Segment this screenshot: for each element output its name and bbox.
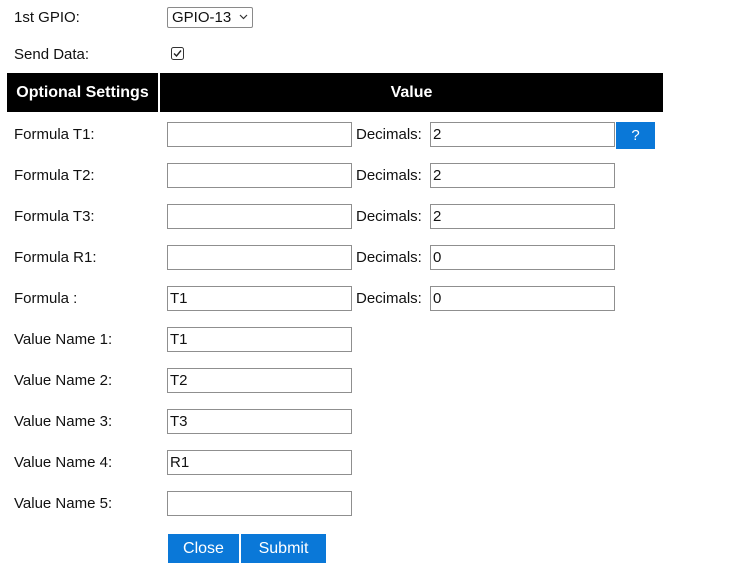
formula-t3-label: Formula T3: [14, 208, 95, 225]
submit-button[interactable]: Submit [241, 534, 326, 563]
send-data-checkbox[interactable] [171, 47, 184, 60]
gpio-select[interactable]: GPIO-13 [167, 7, 253, 28]
formula-r1-label: Formula R1: [14, 249, 97, 266]
value-name-5-input[interactable] [167, 491, 352, 516]
value-name-2-input[interactable]: T2 [167, 368, 352, 393]
help-button[interactable]: ? [616, 122, 655, 149]
gpio-label: 1st GPIO: [14, 9, 80, 26]
chevron-down-icon [239, 14, 248, 20]
formula-t2-decimals-label: Decimals: [356, 167, 422, 184]
value-name-1-label: Value Name 1: [14, 331, 113, 348]
formula-t3-decimals-input[interactable]: 2 [430, 204, 615, 229]
value-name-1-input[interactable]: T1 [167, 327, 352, 352]
formula-input[interactable]: T1 [167, 286, 352, 311]
close-button[interactable]: Close [168, 534, 239, 563]
formula-decimals-label: Decimals: [356, 290, 422, 307]
formula-t1-decimals-input[interactable]: 2 [430, 122, 615, 147]
formula-t1-input[interactable] [167, 122, 352, 147]
formula-r1-decimals-input[interactable]: 0 [430, 245, 615, 270]
formula-t1-decimals-label: Decimals: [356, 126, 422, 143]
formula-t2-decimals-input[interactable]: 2 [430, 163, 615, 188]
value-name-3-input[interactable]: T3 [167, 409, 352, 434]
formula-r1-input[interactable] [167, 245, 352, 270]
formula-label: Formula : [14, 290, 78, 307]
optional-settings-header: Optional Settings [7, 73, 158, 112]
value-name-4-input[interactable]: R1 [167, 450, 352, 475]
value-name-5-label: Value Name 5: [14, 495, 113, 512]
value-header: Value [160, 73, 663, 112]
value-name-2-label: Value Name 2: [14, 372, 113, 389]
send-data-label: Send Data: [14, 46, 90, 63]
value-name-4-label: Value Name 4: [14, 454, 113, 471]
formula-t1-label: Formula T1: [14, 126, 95, 143]
formula-r1-decimals-label: Decimals: [356, 249, 422, 266]
value-name-3-label: Value Name 3: [14, 413, 113, 430]
formula-t2-label: Formula T2: [14, 167, 95, 184]
formula-t3-input[interactable] [167, 204, 352, 229]
formula-decimals-input[interactable]: 0 [430, 286, 615, 311]
gpio-select-value: GPIO-13 [172, 9, 232, 26]
formula-t3-decimals-label: Decimals: [356, 208, 422, 225]
formula-t2-input[interactable] [167, 163, 352, 188]
